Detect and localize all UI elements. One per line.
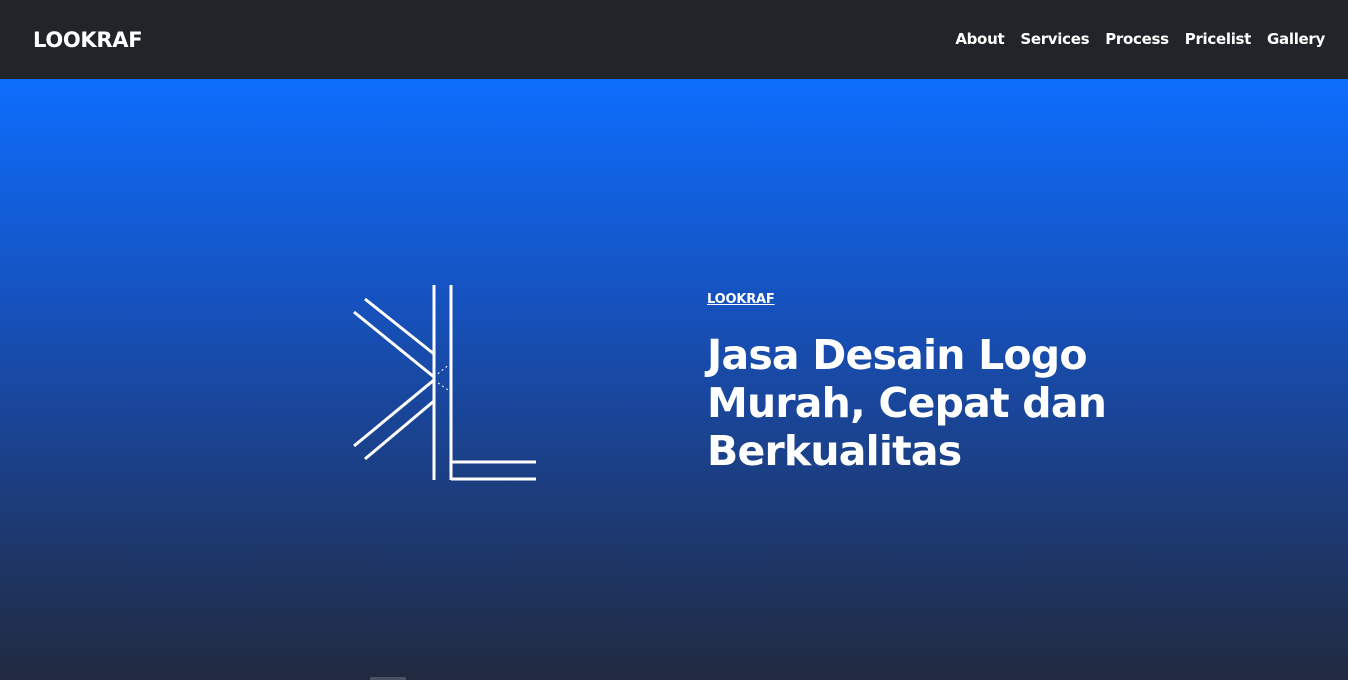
nav-link-process[interactable]: Process bbox=[1105, 28, 1169, 50]
nav-link-services[interactable]: Services bbox=[1020, 28, 1089, 50]
top-navbar: LOOKRAF About Services Process Pricelist… bbox=[0, 0, 1348, 79]
nav-link-about[interactable]: About bbox=[955, 28, 1004, 50]
lookraf-logo-icon bbox=[353, 285, 536, 481]
hero-eyebrow-link[interactable]: LOOKRAF bbox=[707, 291, 775, 309]
nav-link-gallery[interactable]: Gallery bbox=[1267, 28, 1325, 50]
nav-link-pricelist[interactable]: Pricelist bbox=[1185, 28, 1252, 50]
hero-title: Jasa Desain Logo Murah, Cepat dan Berkua… bbox=[707, 331, 1107, 475]
nav-menu: About Services Process Pricelist Gallery bbox=[955, 28, 1325, 50]
hero-section: LOOKRAF Jasa Desain Logo Murah, Cepat da… bbox=[0, 79, 1348, 680]
brand-link[interactable]: LOOKRAF bbox=[33, 26, 143, 54]
